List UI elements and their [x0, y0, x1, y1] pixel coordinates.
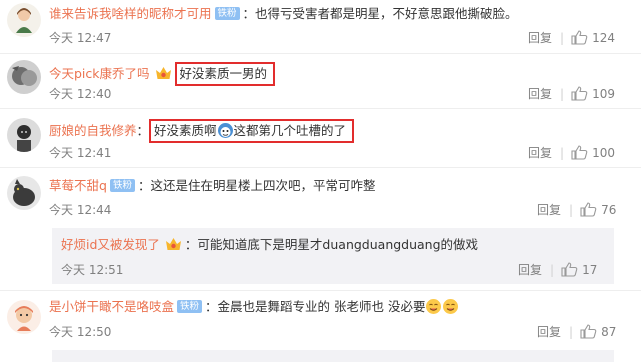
- like-count: 76: [601, 203, 617, 217]
- like-button[interactable]: 87: [580, 324, 617, 339]
- like-count: 100: [592, 146, 615, 160]
- reply-button[interactable]: 回复: [537, 203, 561, 217]
- like-icon: [580, 202, 597, 217]
- comment-item: 今天pick康乔了吗 好没素质一男的 今天 12:40 回复 | 109: [0, 54, 641, 107]
- like-icon: [571, 30, 588, 45]
- reply-line: 好烦id又被发现了 ：可能知道底下是明星才duangduangduang的做戏: [61, 236, 478, 254]
- comment-actions: 回复 | 100: [528, 145, 615, 160]
- reply-button[interactable]: 回复: [528, 146, 552, 160]
- reply-box: 好烦id又被发现了 ：可能知道底下是明星才duangduangduang的做戏 今…: [52, 228, 614, 284]
- reply-timestamp: 今天 12:51: [61, 263, 124, 277]
- avatar[interactable]: [7, 176, 41, 210]
- timestamp: 今天 12:47: [49, 31, 112, 45]
- fan-badge: 铁粉: [177, 300, 203, 313]
- highlighted-comment-text: 好没素质啊 这都第几个吐槽的了: [149, 119, 355, 143]
- timestamp: 今天 12:44: [49, 203, 112, 217]
- like-count: 17: [582, 263, 598, 277]
- like-count: 109: [592, 87, 615, 101]
- comment-line: 草莓不甜q 铁粉 ：这还是住在明星楼上四次吧，平常可咋整: [49, 177, 375, 195]
- username[interactable]: 是小饼干瞰不是咯吱盒: [49, 299, 174, 314]
- reply-box-partial: [52, 350, 614, 362]
- like-button[interactable]: 100: [571, 145, 615, 160]
- fan-badge: 铁粉: [214, 7, 240, 20]
- like-icon: [571, 145, 588, 160]
- comment-actions: 回复 | 76: [537, 202, 617, 217]
- avatar[interactable]: [7, 118, 41, 152]
- like-count: 87: [601, 325, 617, 339]
- like-icon: [561, 262, 578, 277]
- avatar[interactable]: [7, 3, 41, 37]
- crown-icon: [165, 238, 181, 250]
- emoji-icon: [426, 299, 442, 314]
- username[interactable]: 草莓不甜q: [49, 178, 107, 193]
- reply-button[interactable]: 回复: [528, 87, 552, 101]
- comment-item: 厨娘的自我修养： 好没素质啊 这都第几个吐槽的了 今天 12:41 回复 | 100: [0, 109, 641, 166]
- reply-button[interactable]: 回复: [518, 263, 542, 277]
- fan-badge: 铁粉: [109, 179, 135, 192]
- like-button[interactable]: 76: [580, 202, 617, 217]
- comment-line: 谁来告诉我啥样的昵称才可用 铁粉 ：也得亏受害者都是明星，不好意思跟他撕破脸。: [49, 5, 518, 23]
- comment-line: 厨娘的自我修养： 好没素质啊 这都第几个吐槽的了: [49, 119, 355, 143]
- comment-text: ：这还是住在明星楼上四次吧，平常可咋整: [137, 178, 376, 193]
- comment-line: 今天pick康乔了吗 好没素质一男的: [49, 62, 276, 86]
- like-button[interactable]: 17: [561, 262, 598, 277]
- username[interactable]: 今天pick康乔了吗: [49, 66, 150, 81]
- reply-button[interactable]: 回复: [537, 325, 561, 339]
- comment-item: 是小饼干瞰不是咯吱盒 铁粉 ：金晨也是舞蹈专业的 张老师也 没必要 今天 12:50…: [0, 291, 641, 347]
- like-icon: [580, 324, 597, 339]
- username[interactable]: 谁来告诉我啥样的昵称才可用: [49, 6, 212, 21]
- reply-actions: 回复 | 17: [518, 262, 598, 277]
- comment-item: 草莓不甜q 铁粉 ：这还是住在明星楼上四次吧，平常可咋整 今天 12:44 回复 | 7…: [0, 168, 641, 290]
- timestamp: 今天 12:50: [49, 325, 112, 339]
- username[interactable]: 厨娘的自我修养: [49, 123, 137, 138]
- comment-actions: 回复 | 109: [528, 86, 615, 101]
- emoji-icon: [443, 299, 459, 314]
- comment-item: 谁来告诉我啥样的昵称才可用 铁粉 ：也得亏受害者都是明星，不好意思跟他撕破脸。 今天…: [0, 0, 641, 53]
- comment-actions: 回复 | 87: [537, 324, 617, 339]
- avatar[interactable]: [7, 300, 41, 334]
- reply-username[interactable]: 好烦id又被发现了: [61, 237, 160, 252]
- emoji-icon: [217, 123, 233, 138]
- like-icon: [571, 86, 588, 101]
- like-count: 124: [592, 31, 615, 45]
- avatar[interactable]: [7, 60, 41, 94]
- reply-button[interactable]: 回复: [528, 31, 552, 45]
- comment-line: 是小饼干瞰不是咯吱盒 铁粉 ：金晨也是舞蹈专业的 张老师也 没必要: [49, 298, 459, 316]
- timestamp: 今天 12:41: [49, 146, 112, 160]
- reply-text: ：可能知道底下是明星才duangduangduang的做戏: [184, 237, 479, 252]
- like-button[interactable]: 109: [571, 86, 615, 101]
- like-button[interactable]: 124: [571, 30, 615, 45]
- crown-icon: [155, 67, 171, 79]
- comment-actions: 回复 | 124: [528, 30, 615, 45]
- timestamp: 今天 12:40: [49, 87, 112, 101]
- comment-text: ：也得亏受害者都是明星，不好意思跟他撕破脸。: [242, 6, 518, 21]
- highlighted-comment-text: 好没素质一男的: [174, 62, 276, 86]
- comment-text: ：金晨也是舞蹈专业的 张老师也 没必要: [205, 299, 426, 314]
